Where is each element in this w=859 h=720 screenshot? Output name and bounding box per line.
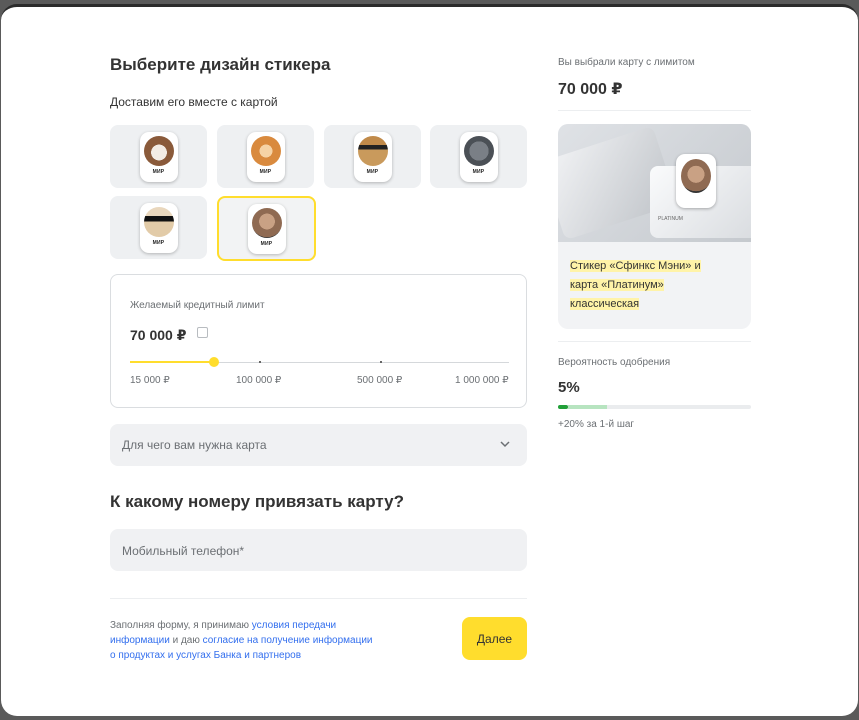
mir-logo: МИР: [366, 168, 379, 175]
consent-text-part: и даю: [169, 635, 203, 646]
mir-logo: МИР: [260, 240, 273, 247]
purpose-select-placeholder: Для чего вам нужна карта: [122, 438, 267, 452]
consent-text: Заполняя форму, я принимаю условия перед…: [110, 618, 380, 663]
slider-tick-label: 500 000 ₽: [357, 375, 403, 386]
summary-limit-value: 70 000 ₽: [558, 81, 623, 98]
sticker-option-pug-sunglasses[interactable]: МИР: [110, 196, 207, 259]
mir-logo: МИР: [152, 168, 165, 175]
slider-handle[interactable]: [209, 357, 219, 367]
sticker-ginger-cat: МИР: [246, 131, 285, 182]
sticker-option-dog-sunglasses[interactable]: МИР: [324, 125, 421, 188]
sticker-sphynx-cat: [676, 154, 716, 208]
sticker-option-bulldog[interactable]: МИР: [110, 125, 207, 188]
divider: [110, 598, 527, 599]
edit-icon[interactable]: [197, 327, 208, 338]
sticker-option-sphynx-cat[interactable]: МИР: [217, 196, 316, 261]
approval-value: 5%: [558, 379, 580, 396]
form-page: Выберите дизайн стикера Доставим его вме…: [1, 4, 858, 716]
mir-logo: МИР: [152, 239, 165, 246]
consent-text-part: Заполняя форму, я принимаю: [110, 620, 252, 631]
approval-progress-bonus: [568, 405, 607, 409]
card-image: PLATINUM: [558, 124, 751, 242]
slider-tick-label: 1 000 000 ₽: [455, 375, 509, 386]
sticker-title: Выберите дизайн стикера: [110, 55, 331, 74]
summary-limit-label: Вы выбрали карту с лимитом: [558, 57, 695, 68]
sticker-sphynx-cat: МИР: [247, 203, 286, 254]
cat-face: [681, 159, 711, 193]
slider-tick-mark: [380, 361, 382, 363]
card-brand-label: PLATINUM: [658, 216, 683, 222]
sticker-bulldog: МИР: [139, 131, 178, 182]
next-button[interactable]: Далее: [462, 617, 527, 660]
sticker-dog-sunglasses: МИР: [353, 131, 392, 182]
slider-tick-label: 15 000 ₽: [130, 375, 170, 386]
card-preview: PLATINUM Стикер «Сфинкс Мэни» и карта «П…: [558, 124, 751, 329]
phone-title: К какому номеру привязать карту?: [110, 492, 404, 511]
approval-progress: [558, 405, 751, 409]
divider: [558, 341, 751, 342]
phone-field[interactable]: Мобильный телефон*: [110, 529, 527, 571]
approval-progress-fill: [558, 405, 568, 409]
divider: [558, 110, 751, 111]
card-description-text: Стикер «Сфинкс Мэни» и карта «Платинум» …: [570, 260, 701, 310]
mir-logo: МИР: [472, 168, 485, 175]
approval-hint: +20% за 1-й шаг: [558, 419, 635, 430]
slider-tick-label: 100 000 ₽: [236, 375, 282, 386]
approval-label: Вероятность одобрения: [558, 357, 671, 368]
sticker-pug-sunglasses: МИР: [139, 202, 178, 253]
slider-tick-mark: [259, 361, 261, 363]
credit-limit-box: Желаемый кредитный лимит 70 000 ₽ 15 000…: [110, 274, 527, 408]
sticker-option-ginger-cat[interactable]: МИР: [217, 125, 314, 188]
slider-fill: [130, 361, 215, 363]
sticker-subtitle: Доставим его вместе с картой: [110, 95, 278, 109]
sticker-option-grey-cat[interactable]: МИР: [430, 125, 527, 188]
chevron-down-icon: [500, 441, 510, 448]
card-description: Стикер «Сфинкс Мэни» и карта «Платинум» …: [570, 257, 720, 314]
phone-placeholder: Мобильный телефон*: [122, 544, 245, 558]
sticker-grey-cat: МИР: [459, 131, 498, 182]
credit-limit-value: 70 000 ₽: [130, 327, 187, 343]
credit-limit-label: Желаемый кредитный лимит: [130, 300, 265, 311]
mir-logo: МИР: [259, 168, 272, 175]
purpose-select[interactable]: Для чего вам нужна карта: [110, 424, 527, 466]
